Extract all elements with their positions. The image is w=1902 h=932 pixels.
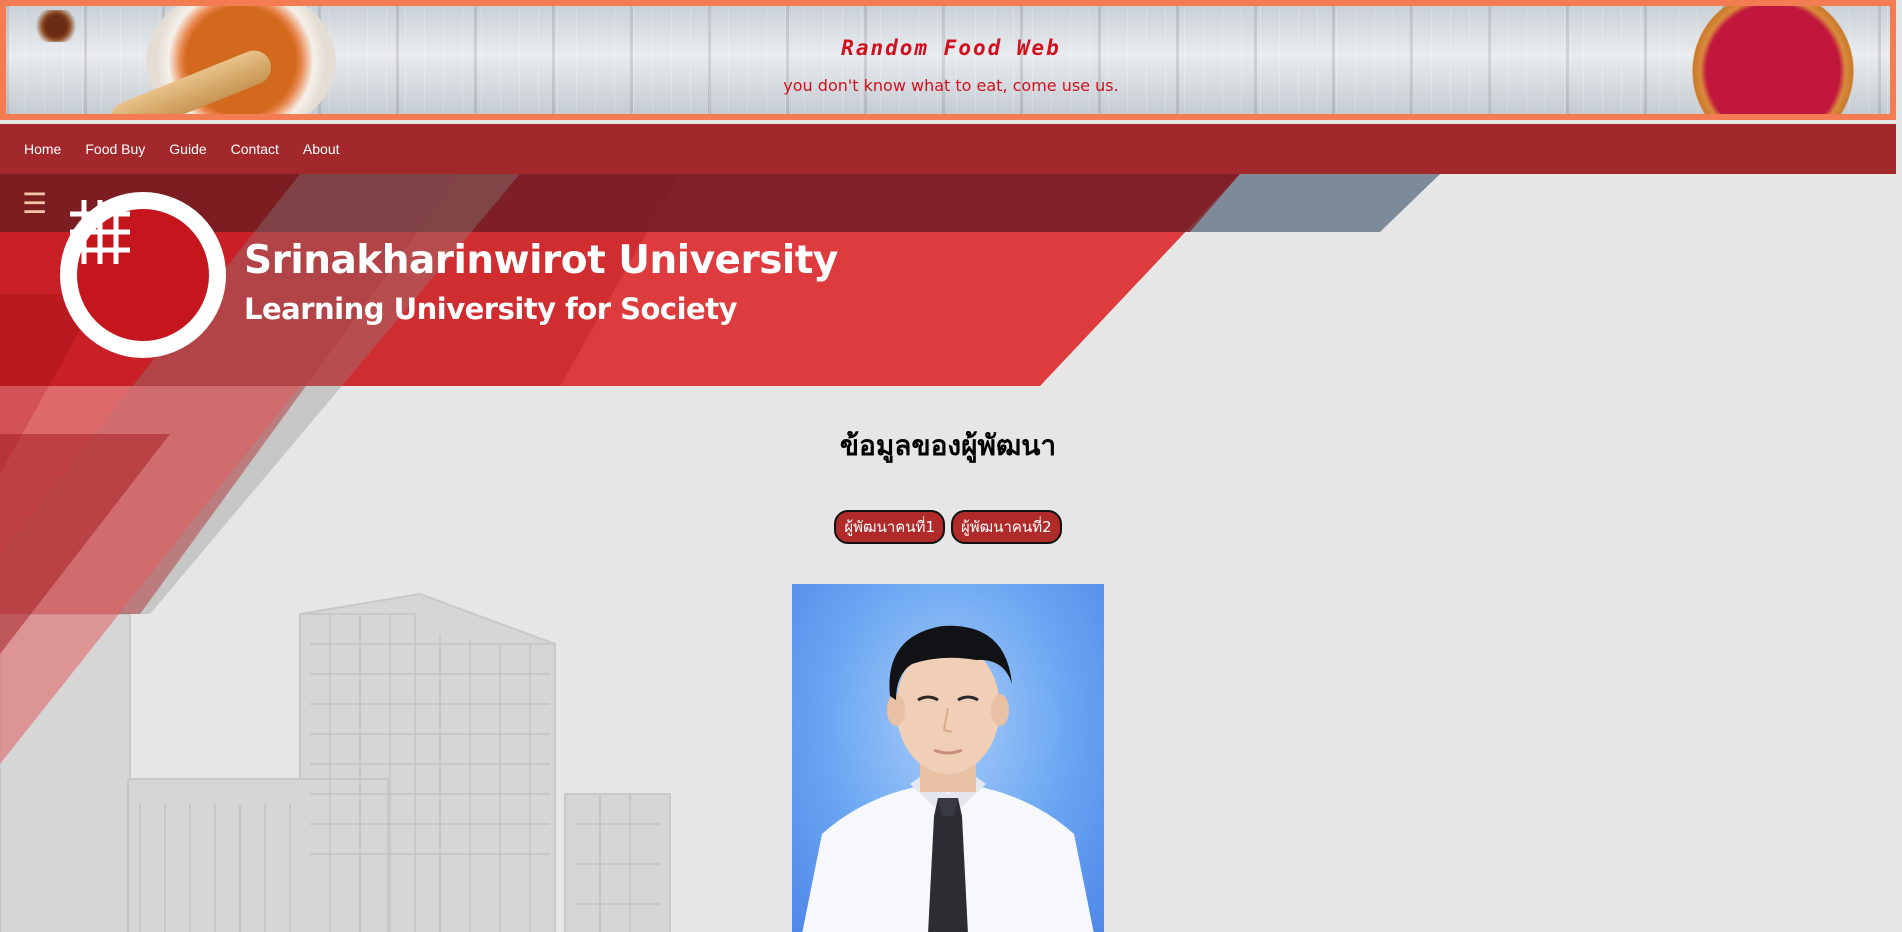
- hero-section: ☰ Srinakharinwirot University Learning U…: [0, 174, 1896, 932]
- university-seal-logo: [60, 192, 226, 358]
- site-title: Random Food Web: [841, 36, 1061, 60]
- buildings-graphic: [0, 592, 671, 932]
- red-powder-bowl-image: [1678, 6, 1868, 114]
- seal-grid-icon: [70, 200, 130, 264]
- nav-food-buy[interactable]: Food Buy: [73, 141, 157, 157]
- university-tagline: Learning University for Society: [244, 292, 738, 326]
- university-name: Srinakharinwirot University: [244, 238, 838, 283]
- page-title: ข้อมูลของผู้พัฒนา: [839, 429, 1057, 462]
- site-subtitle: you don't know what to eat, come use us.: [783, 76, 1119, 95]
- nav-contact[interactable]: Contact: [219, 141, 291, 157]
- site-banner: Random Food Web you don't know what to e…: [0, 0, 1896, 120]
- developer-photo: [792, 584, 1104, 932]
- nav-home[interactable]: Home: [12, 141, 73, 157]
- developer-2-button[interactable]: ผู้พัฒนาคนที่2: [951, 510, 1062, 544]
- developer-1-button[interactable]: ผู้พัฒนาคนที่1: [834, 510, 945, 544]
- nav-about[interactable]: About: [291, 141, 352, 157]
- nav-guide[interactable]: Guide: [157, 141, 218, 157]
- hamburger-icon[interactable]: ☰: [22, 190, 47, 218]
- main-nav: Home Food Buy Guide Contact About: [0, 124, 1896, 174]
- portrait-illustration: [802, 625, 1094, 932]
- developer-tabs: ผู้พัฒนาคนที่1 ผู้พัฒนาคนที่2: [0, 510, 1896, 544]
